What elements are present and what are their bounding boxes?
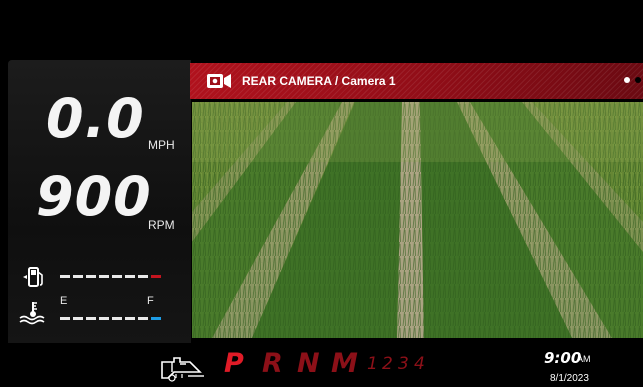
gear-1[interactable]: 1 [367,356,378,373]
temperature-full-label: F [147,295,154,307]
speed-value: 0.0 [46,87,145,150]
temperature-segment [73,317,83,320]
camera-page-dot-2[interactable] [635,77,641,83]
gear-3[interactable]: 3 [398,356,409,373]
fuel-pump-icon [20,266,46,288]
fuel-segment [138,275,148,278]
camera-icon [206,73,232,89]
temperature-segment [86,317,96,320]
gear-p[interactable]: P [224,350,244,377]
clock-ampm: AM [577,354,591,364]
gear-m[interactable]: M [331,350,358,377]
clock-date: 8/1/2023 [550,373,589,384]
clock-time: 9:00 [544,349,582,367]
gear-4[interactable]: 4 [414,356,425,373]
camera-header: REAR CAMERA / Camera 1 [190,63,643,99]
temperature-segment [60,317,70,320]
speed-unit: MPH [148,138,175,152]
gear-n[interactable]: N [297,350,320,377]
camera-page-indicator[interactable] [624,77,641,83]
temperature-segment [112,317,122,320]
fuel-segment [73,275,83,278]
rpm-unit: RPM [148,218,175,232]
temperature-segment-hot [151,317,161,320]
temperature-level-bar [60,317,161,320]
temperature-empty-label: E [60,295,68,307]
coolant-temperature-icon [18,300,48,326]
camera-feed[interactable] [192,102,643,338]
crop-field-image [192,102,643,338]
camera-title: REAR CAMERA / Camera 1 [242,74,396,88]
gear-2[interactable]: 2 [382,356,393,373]
fuel-level-bar [60,275,161,278]
fuel-segment [99,275,109,278]
fuel-segment [125,275,135,278]
fuel-segment [60,275,70,278]
gear-r[interactable]: R [262,350,283,377]
temperature-segment [138,317,148,320]
temperature-segment [99,317,109,320]
fuel-segment [112,275,122,278]
temperature-segment [125,317,135,320]
top-bar [0,0,643,60]
transmission-warning-icon [160,352,206,382]
fuel-segment-reserve [151,275,161,278]
rpm-value: 900 [36,165,152,228]
camera-page-dot-1[interactable] [624,77,630,83]
fuel-segment [86,275,96,278]
